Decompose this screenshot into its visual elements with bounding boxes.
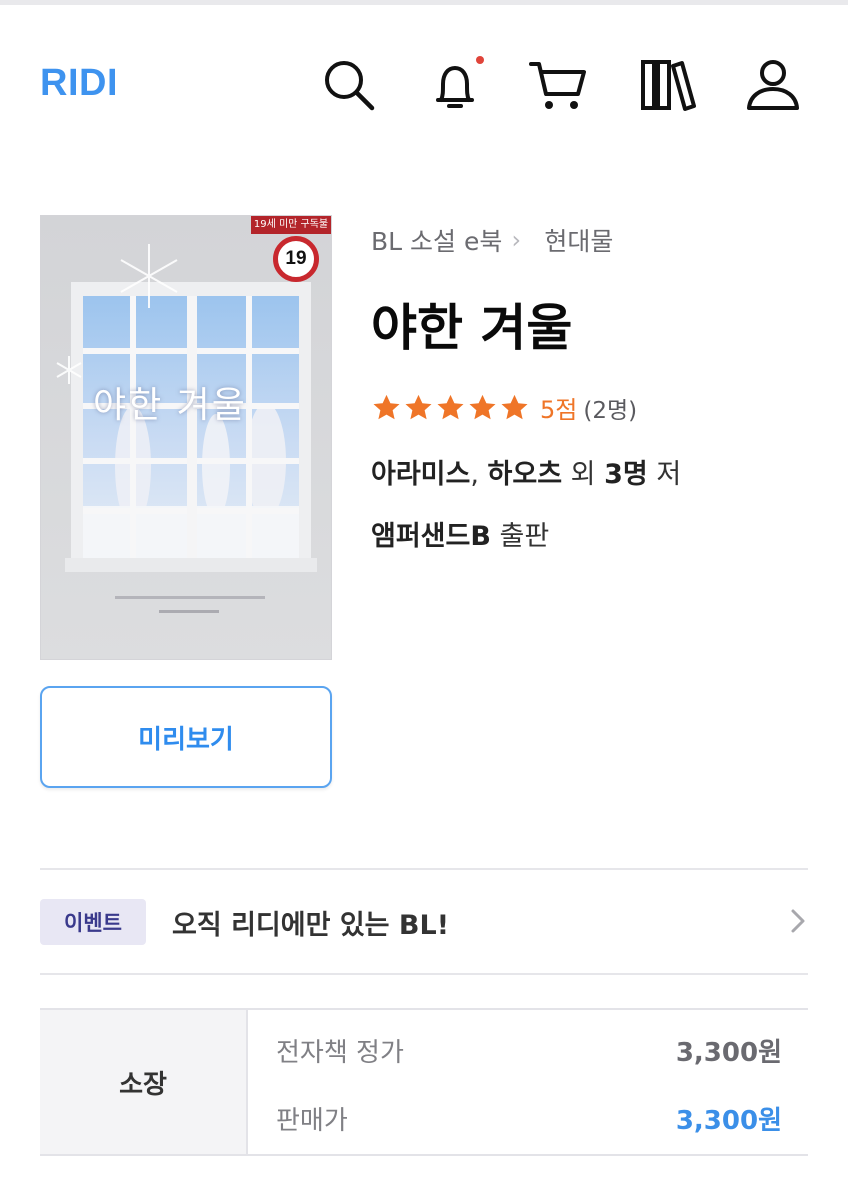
book-title: 야한 겨울 bbox=[371, 299, 573, 357]
list-price-label: 전자책 정가 bbox=[276, 1038, 404, 1068]
event-text: 오직 리디에만 있는 BL! bbox=[172, 909, 450, 941]
rating[interactable]: 5점 (2명) bbox=[371, 390, 637, 425]
age-19-badge: 19 bbox=[273, 236, 319, 282]
search-icon[interactable] bbox=[320, 56, 378, 114]
price-rows: 전자책 정가 3,300원 판매가 3,300원 bbox=[248, 1010, 808, 1154]
notification-dot bbox=[476, 56, 484, 64]
star-icon bbox=[501, 394, 528, 419]
star-icon bbox=[405, 394, 432, 419]
publisher-link[interactable]: 앰퍼샌드B bbox=[371, 514, 491, 553]
preview-button[interactable]: 미리보기 bbox=[40, 686, 332, 788]
cover-title-text: 야한 겨울 bbox=[93, 385, 247, 426]
rating-score: 5점 bbox=[540, 396, 578, 424]
user-icon[interactable] bbox=[744, 56, 802, 114]
chevron-right-icon: › bbox=[511, 226, 522, 254]
chevron-right-icon bbox=[791, 909, 805, 933]
rating-stars bbox=[371, 393, 530, 423]
rating-count: (2명) bbox=[583, 397, 638, 424]
library-icon[interactable] bbox=[638, 56, 696, 114]
bell-icon[interactable] bbox=[426, 56, 484, 114]
event-badge: 이벤트 bbox=[40, 899, 146, 945]
star-icon bbox=[469, 394, 496, 419]
event-banner[interactable]: 이벤트 오직 리디에만 있는 BL! bbox=[40, 870, 808, 974]
breadcrumb: BL 소설 e북 › 현대물 bbox=[371, 222, 613, 258]
purchase-type-label: 소장 bbox=[40, 1010, 248, 1154]
sale-price-label: 판매가 bbox=[276, 1106, 348, 1136]
breadcrumb-subcategory[interactable]: 현대물 bbox=[544, 222, 613, 258]
ridi-logo[interactable]: RIDI bbox=[40, 62, 118, 105]
book-cover[interactable]: 야한 겨울 19세 미만 구독불가 19 bbox=[40, 215, 332, 660]
list-price-row: 전자책 정가 3,300원 bbox=[276, 1032, 782, 1069]
age-restriction-banner: 19세 미만 구독불가 bbox=[251, 216, 331, 248]
top-rule bbox=[0, 0, 848, 5]
price-table: 소장 전자책 정가 3,300원 판매가 3,300원 bbox=[40, 1008, 808, 1156]
divider bbox=[40, 973, 808, 975]
cart-icon[interactable] bbox=[528, 56, 586, 114]
cover-artwork bbox=[41, 216, 331, 659]
author-link[interactable]: 하오츠 bbox=[488, 452, 563, 491]
breadcrumb-category[interactable]: BL 소설 e북 bbox=[371, 222, 502, 258]
sale-price-row: 판매가 3,300원 bbox=[276, 1100, 782, 1137]
more-authors-link[interactable]: 3명 bbox=[604, 452, 648, 491]
publisher: 앰퍼샌드B 출판 bbox=[371, 514, 549, 553]
sale-price-value: 3,300원 bbox=[675, 1106, 782, 1136]
star-icon bbox=[437, 394, 464, 419]
star-icon bbox=[373, 394, 400, 419]
author-link[interactable]: 아라미스 bbox=[371, 452, 470, 491]
authors: 아라미스, 하오츠 외 3명 저 bbox=[371, 452, 681, 491]
list-price-value: 3,300원 bbox=[675, 1038, 782, 1068]
